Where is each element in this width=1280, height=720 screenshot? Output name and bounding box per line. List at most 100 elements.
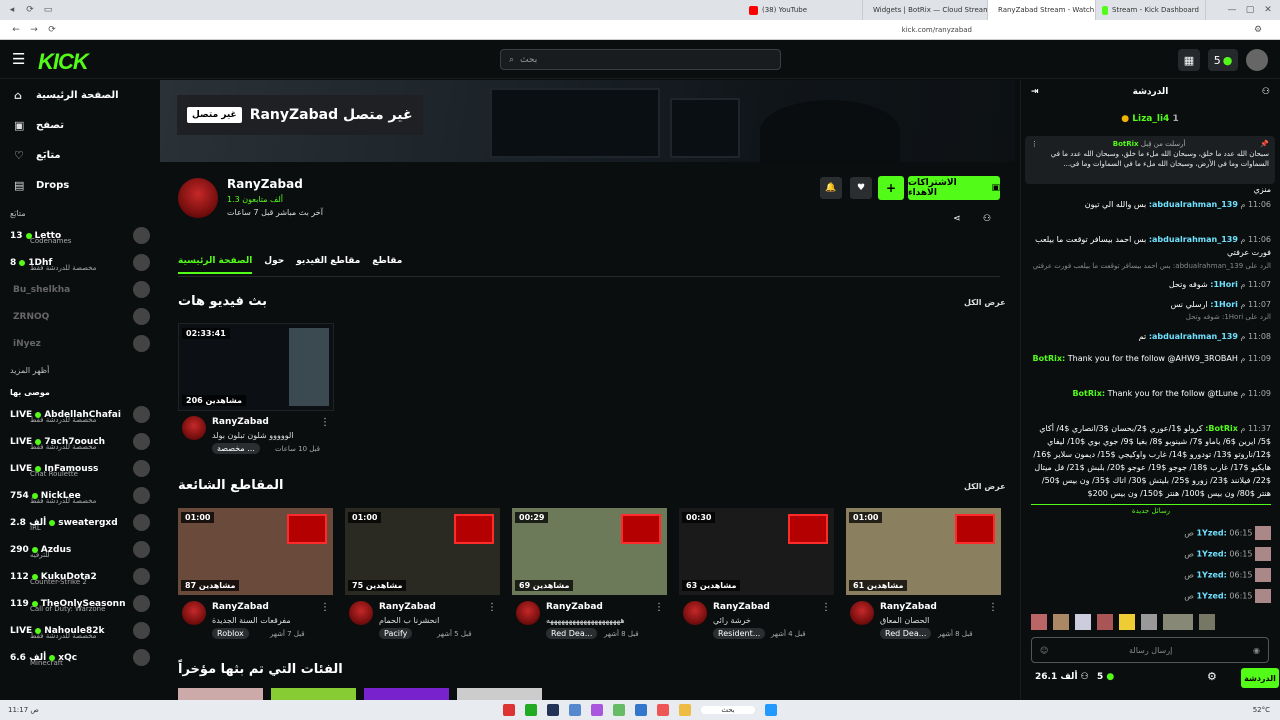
vod-channel-avatar[interactable] xyxy=(182,416,206,440)
app-icon[interactable] xyxy=(569,704,582,716)
chat-message[interactable]: منزي xyxy=(1031,183,1271,196)
chat-message[interactable]: 11:37 م BotRix: كرولو $1/عوري $2/بحسان $… xyxy=(1031,422,1271,500)
forward-icon[interactable]: → xyxy=(28,24,40,36)
tab-home[interactable]: الصفحة الرئيسية xyxy=(178,256,253,274)
recommended-channel[interactable]: LIVE 7ach7oouch مخصصة للدردشة فقط xyxy=(0,428,160,455)
back-icon[interactable]: ◂ xyxy=(6,4,18,16)
windows-start-icon[interactable] xyxy=(764,704,777,716)
settings-icon[interactable]: ⚙ xyxy=(1252,24,1264,36)
recommended-channel[interactable]: 290 Azdus للترفيه xyxy=(0,536,160,563)
reload-icon[interactable]: ⟳ xyxy=(24,4,36,16)
message-user[interactable]: BotRix: xyxy=(1205,424,1238,433)
smile-icon[interactable]: ◉ xyxy=(1253,646,1260,655)
message-user[interactable]: BotRix: xyxy=(1033,354,1066,363)
clip-channel-avatar[interactable] xyxy=(683,601,707,625)
recommended-channel[interactable]: LIVE Nahoule82k مخصصة للدردشة فقط xyxy=(0,617,160,644)
clip-title[interactable]: خرشة رائي xyxy=(713,616,751,625)
chat-message[interactable]: 11:07 م 1Hori: ارسلي نس xyxy=(1031,298,1271,311)
show-more-link[interactable]: أظهر المزيد xyxy=(0,363,160,379)
message-user[interactable]: BotRix: xyxy=(1072,389,1105,398)
browser-tab-kick-dashboard[interactable]: Stream - Kick Dashboard xyxy=(1096,0,1206,20)
chat-send-button[interactable]: الدردشة xyxy=(1241,668,1279,688)
clip-options-icon[interactable]: ⋮ xyxy=(654,602,664,613)
emote-icon[interactable] xyxy=(1075,614,1091,630)
nav-home[interactable]: ⌂ الصفحة الرئيسية xyxy=(0,80,160,110)
message-user[interactable]: 1Yzed: xyxy=(1196,550,1226,559)
recommended-channel[interactable]: 6.6 ألف xQc Minecraft xyxy=(0,644,160,671)
steam-icon[interactable] xyxy=(547,704,560,716)
channel-avatar[interactable] xyxy=(178,178,218,218)
following-channel[interactable]: iNyez xyxy=(0,330,160,357)
clip-channel-avatar[interactable] xyxy=(349,601,373,625)
search-input[interactable]: ⌕ بحث xyxy=(500,49,781,70)
message-user[interactable]: abdualrahman_139: xyxy=(1149,332,1238,341)
clip-channel-name[interactable]: RanyZabad xyxy=(880,602,937,612)
tab-clips[interactable]: مقاطع xyxy=(372,256,402,274)
chat-message[interactable]: 11:07 م 1Hori: شوفه وتحل xyxy=(1031,278,1271,291)
app-icon[interactable] xyxy=(503,704,516,716)
nav-drops[interactable]: ▤ Drops xyxy=(0,170,160,200)
emoji-icon[interactable]: ☺ xyxy=(1040,646,1048,655)
menu-icon[interactable]: ☰ xyxy=(12,52,26,67)
share-button[interactable]: ⋖ xyxy=(946,208,968,230)
url-field[interactable]: kick.com/ranyzabad xyxy=(902,26,972,34)
clips-show-all[interactable]: عرض الكل xyxy=(964,482,1006,491)
clip-card[interactable]: 00:30 63 مشاهدين xyxy=(679,508,834,595)
emote-icon[interactable] xyxy=(1119,614,1135,630)
following-channel[interactable]: 13 Letto Codenames xyxy=(0,222,160,249)
new-messages-divider[interactable]: رسائل جديدة xyxy=(1031,504,1271,515)
collapse-chat-icon[interactable]: ⇥ xyxy=(1031,87,1039,97)
browser-icon[interactable] xyxy=(657,704,670,716)
following-channel[interactable]: Bu_shelkha xyxy=(0,276,160,303)
clip-title[interactable]: مفرقعات السنة الجديدة xyxy=(212,616,291,625)
category-card[interactable] xyxy=(364,688,449,700)
chat-message[interactable]: 11:09 م BotRix: Thank you for the follow… xyxy=(1031,387,1271,400)
clip-category[interactable]: Resident... xyxy=(713,628,766,639)
favorite-button[interactable]: ♥ xyxy=(850,177,872,199)
gift-leaderboard[interactable]: ● Liza_li4 1 xyxy=(1021,114,1279,124)
chat-message[interactable]: 11:06 م abdualrahman_139: بس والله الي ت… xyxy=(1031,198,1271,211)
minimize-icon[interactable]: — xyxy=(1226,4,1238,16)
clip-card[interactable]: 01:00 87 مشاهدين xyxy=(178,508,333,595)
clip-category[interactable]: Roblox xyxy=(212,628,249,639)
refresh-icon[interactable]: ⟳ xyxy=(46,24,58,36)
clip-channel-avatar[interactable] xyxy=(850,601,874,625)
more-icon[interactable]: ⋮ xyxy=(1031,139,1038,149)
mail-icon[interactable] xyxy=(635,704,648,716)
clip-title[interactable]: انحشرنا ب الحمام xyxy=(379,616,439,625)
app-icon[interactable] xyxy=(591,704,604,716)
window-icon[interactable]: ▭ xyxy=(42,4,54,16)
recommended-channel[interactable]: 754 NickLee مخصصة للدردشة فقط xyxy=(0,482,160,509)
message-user[interactable]: 1Yzed: xyxy=(1196,571,1226,580)
following-channel[interactable]: 8 1Dhf مخصصة للدردشة فقط xyxy=(0,249,160,276)
taskbar-search[interactable]: بحث xyxy=(701,706,755,714)
vod-category[interactable]: مخصصة ... xyxy=(212,443,260,454)
users-icon[interactable]: ⚇ xyxy=(1262,87,1270,97)
message-user[interactable]: 1Yzed: xyxy=(1196,592,1226,601)
close-icon[interactable]: ✕ xyxy=(1262,4,1274,16)
clip-category[interactable]: Pacify xyxy=(379,628,413,639)
tab-about[interactable]: حول xyxy=(264,256,284,274)
emote-icon[interactable] xyxy=(1097,614,1113,630)
clip-options-icon[interactable]: ⋮ xyxy=(487,602,497,613)
browser-tab-kick-stream[interactable]: RanyZabad Stream - Watch Live xyxy=(988,0,1096,20)
category-card[interactable] xyxy=(457,688,542,700)
chat-message[interactable]: 1Yzed: 06:15 ص xyxy=(1031,547,1271,561)
back-icon[interactable]: ← xyxy=(10,24,22,36)
clip-channel-avatar[interactable] xyxy=(516,601,540,625)
maximize-icon[interactable]: ▢ xyxy=(1244,4,1256,16)
clip-channel-avatar[interactable] xyxy=(182,601,206,625)
kicks-balance[interactable]: 5 ● xyxy=(1208,49,1238,71)
gift-subscriptions-button[interactable]: الاشتراكات الاهداء ▣ xyxy=(908,176,1000,200)
user-avatar[interactable] xyxy=(1246,49,1268,71)
clip-options-icon[interactable]: ⋮ xyxy=(320,602,330,613)
vod-card[interactable]: 02:33:41 206 مشاهدين xyxy=(178,323,334,411)
pinned-message[interactable]: ⋮ BotRix أرسلت من قِبل 📌 سبحان الله عدد … xyxy=(1025,136,1275,184)
emote-icon[interactable] xyxy=(1199,614,1215,630)
kick-logo[interactable]: KICK xyxy=(38,49,89,75)
emote-icon[interactable] xyxy=(1053,614,1069,630)
clip-options-icon[interactable]: ⋮ xyxy=(988,602,998,613)
message-user[interactable]: abdualrahman_139: xyxy=(1149,200,1238,209)
clip-options-icon[interactable]: ⋮ xyxy=(821,602,831,613)
following-channel[interactable]: ZRNOQ xyxy=(0,303,160,330)
